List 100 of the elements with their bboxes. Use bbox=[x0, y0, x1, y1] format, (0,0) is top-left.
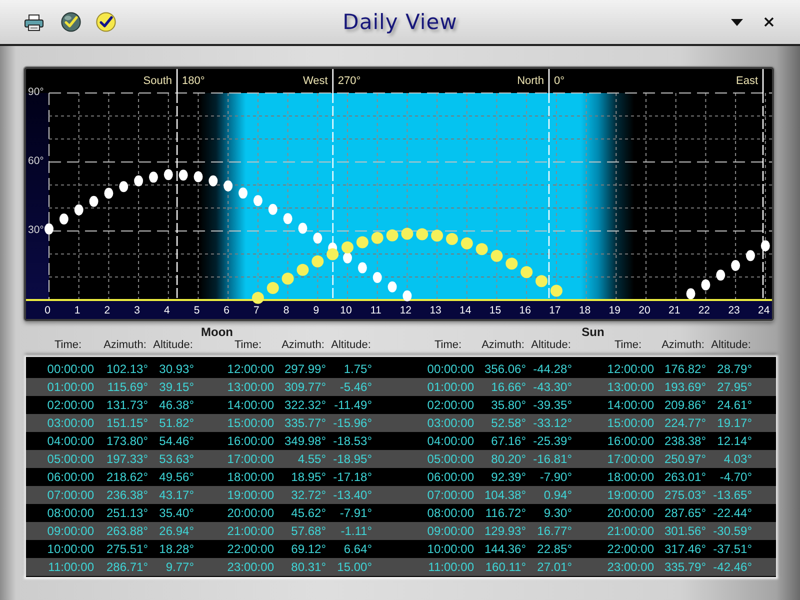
table-cell: 176.82° bbox=[664, 362, 706, 376]
table-cell: 11:00:00 bbox=[428, 560, 474, 574]
axis-label: 11 bbox=[370, 304, 382, 316]
axis-label: 30° bbox=[28, 224, 44, 236]
table-cell: 57.68° bbox=[291, 524, 326, 538]
table-cell: 00:00:00 bbox=[427, 362, 474, 376]
table-cell: 03:00:00 bbox=[427, 416, 474, 430]
close-icon[interactable] bbox=[764, 17, 774, 27]
column-header: Time: bbox=[434, 339, 462, 351]
table-cell: 19:00:00 bbox=[607, 488, 654, 502]
table-cell: 9.77° bbox=[166, 560, 194, 574]
table-cell: 297.99° bbox=[284, 362, 326, 376]
table-cell: 49.56° bbox=[159, 470, 194, 484]
table-cell: 12.14° bbox=[717, 434, 752, 448]
checkmark-icon[interactable] bbox=[96, 12, 116, 32]
table-cell: 102.13° bbox=[106, 362, 148, 376]
table-cell: 69.12° bbox=[291, 542, 326, 556]
table-cell: 236.38° bbox=[106, 488, 148, 502]
axis-label: 12 bbox=[400, 304, 412, 316]
direction-label: East bbox=[736, 75, 758, 87]
table-cell: -33.12° bbox=[533, 416, 572, 430]
table-cell: 67.16° bbox=[491, 434, 526, 448]
axis-label: 1 bbox=[74, 304, 80, 316]
table-cell: -44.28° bbox=[533, 362, 572, 376]
table-cell: 287.65° bbox=[664, 506, 706, 520]
table-cell: -4.70° bbox=[720, 470, 752, 484]
table-cell: 01:00:00 bbox=[427, 380, 474, 394]
table-cell: 03:00:00 bbox=[47, 416, 94, 430]
table-cell: 144.36° bbox=[484, 542, 526, 556]
table-cell: 23:00:00 bbox=[227, 560, 274, 574]
axis-label: 0 bbox=[44, 304, 50, 316]
table-cell: 80.31° bbox=[291, 560, 326, 574]
table-cell: 301.56° bbox=[664, 524, 706, 538]
table-cell: 45.62° bbox=[291, 506, 326, 520]
table-cell: 22.85° bbox=[537, 542, 572, 556]
table-cell: 32.72° bbox=[291, 488, 326, 502]
axis-label: 4 bbox=[164, 304, 170, 316]
column-header: Time: bbox=[614, 339, 642, 351]
axis-label: 20 bbox=[638, 304, 650, 316]
table-cell: 08:00:00 bbox=[47, 506, 94, 520]
column-header: Altitude: bbox=[331, 339, 371, 351]
axis-label: 2 bbox=[104, 304, 110, 316]
table-cell: 35.80° bbox=[491, 398, 526, 412]
table-cell: 08:00:00 bbox=[427, 506, 474, 520]
table-cell: 224.77° bbox=[664, 416, 706, 430]
axis-label: 10 bbox=[340, 304, 352, 316]
axis-label: 15 bbox=[489, 304, 502, 316]
table-cell: -30.59° bbox=[713, 524, 752, 538]
table-cell: 13:00:00 bbox=[227, 380, 274, 394]
table-cell: 263.01° bbox=[664, 470, 706, 484]
table-cell: 18:00:00 bbox=[607, 470, 654, 484]
axis-label: 5 bbox=[194, 304, 200, 316]
window-title: Daily View bbox=[342, 9, 458, 36]
table-cell: 16:00:00 bbox=[227, 434, 274, 448]
table-cell: 131.73° bbox=[106, 398, 148, 412]
table-cell: 02:00:00 bbox=[427, 398, 474, 412]
column-header: Altitude: bbox=[711, 339, 751, 351]
table-cell: 151.15° bbox=[106, 416, 148, 430]
table-cell: 317.46° bbox=[664, 542, 706, 556]
table-cell: 322.32° bbox=[284, 398, 326, 412]
table-cell: 06:00:00 bbox=[427, 470, 474, 484]
table-cell: 116.72° bbox=[485, 506, 526, 520]
table-cell: 12:00:00 bbox=[227, 362, 274, 376]
direction-label: North bbox=[517, 75, 544, 87]
table-cell: 349.98° bbox=[284, 434, 326, 448]
caret-icon[interactable] bbox=[731, 18, 743, 26]
table-cell: 4.03° bbox=[724, 452, 752, 466]
column-header: Azimuth: bbox=[662, 339, 704, 351]
table-cell: 05:00:00 bbox=[427, 452, 474, 466]
table-cell: 193.69° bbox=[664, 380, 706, 394]
table-cell: 129.93° bbox=[484, 524, 526, 538]
check-circle-icon[interactable] bbox=[61, 12, 81, 32]
table-cell: 46.38° bbox=[159, 398, 194, 412]
table-cell: -42.46° bbox=[713, 560, 752, 574]
table-cell: 335.77° bbox=[284, 416, 326, 430]
table-cell: 0.94° bbox=[544, 488, 572, 502]
direction-label: South bbox=[143, 75, 172, 87]
table-cell: 10:00:00 bbox=[427, 542, 474, 556]
table-cell: -7.90° bbox=[540, 470, 572, 484]
table-cell: 197.33° bbox=[106, 452, 148, 466]
direction-label: West bbox=[303, 75, 328, 87]
table-cell: 35.40° bbox=[159, 506, 194, 520]
axis-label: 3 bbox=[134, 304, 140, 316]
table-cell: 11:00:00 bbox=[48, 560, 94, 574]
table-cell: 251.13° bbox=[106, 506, 148, 520]
table-cell: -13.65° bbox=[713, 488, 752, 502]
printer-icon[interactable] bbox=[24, 14, 44, 30]
table-cell: 18.28° bbox=[159, 542, 194, 556]
table-cell: 23:00:00 bbox=[607, 560, 654, 574]
azimuth-label: 270° bbox=[338, 75, 361, 87]
table-cell: 19.17° bbox=[717, 416, 752, 430]
table-cell: 39.15° bbox=[159, 380, 194, 394]
table-cell: 250.97° bbox=[664, 452, 706, 466]
table-cell: 54.46° bbox=[159, 434, 194, 448]
table-cell: 115.69° bbox=[107, 380, 148, 394]
table-cell: 51.82° bbox=[159, 416, 194, 430]
table-cell: -17.18° bbox=[333, 470, 372, 484]
table-cell: 209.86° bbox=[664, 398, 706, 412]
table-cell: 286.71° bbox=[106, 560, 148, 574]
table-cell: 275.51° bbox=[106, 542, 148, 556]
